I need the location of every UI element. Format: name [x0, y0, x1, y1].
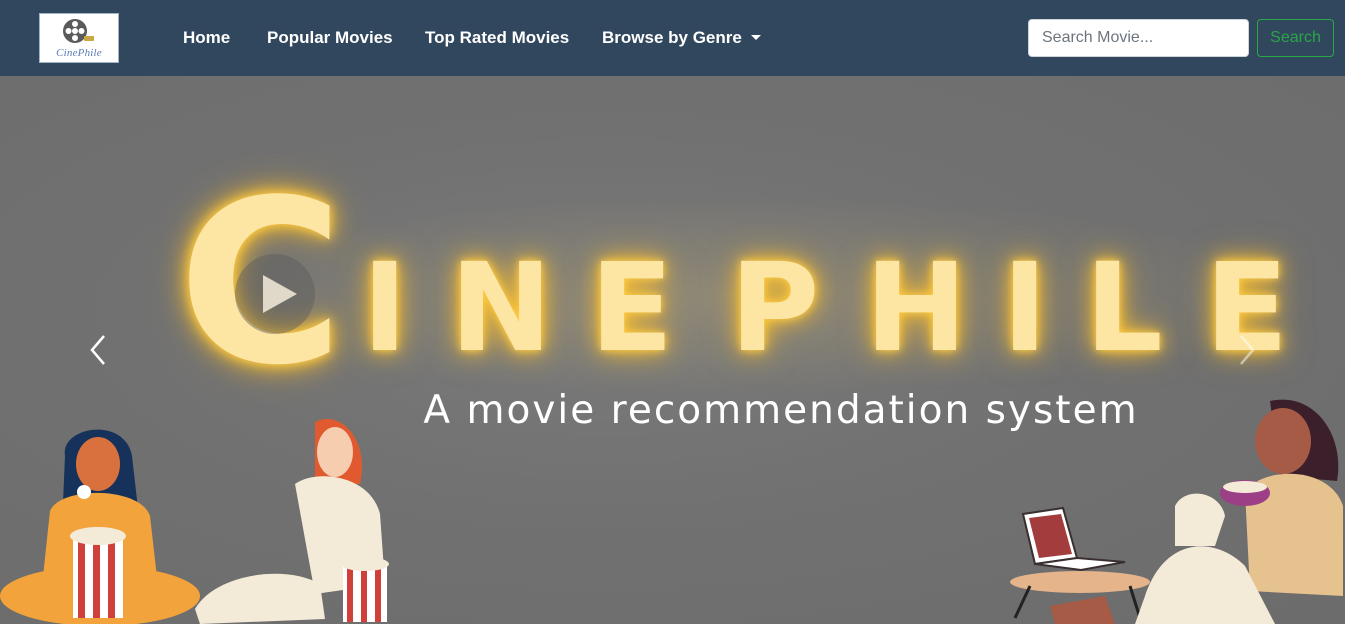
chevron-right-icon	[1240, 335, 1255, 365]
nav-browse-by-genre-label: Browse by Genre	[602, 28, 742, 47]
hero-title-letter: L	[1085, 237, 1163, 379]
brand-logo[interactable]: CinePhile	[39, 13, 119, 63]
hero-title-letter: I	[1002, 237, 1048, 379]
hero-title-letter: N	[450, 237, 553, 379]
nav-top-rated-movies-link[interactable]: Top Rated Movies	[425, 28, 569, 48]
woman-in-pajamas-illustration	[195, 418, 389, 624]
navbar: CinePhile Home Popular Movies Top Rated …	[0, 0, 1345, 76]
carousel-prev-button[interactable]	[80, 332, 120, 368]
hero-title-letter: I	[362, 237, 408, 379]
hero-title-letter: E	[590, 237, 674, 379]
nav-home-link[interactable]: Home	[183, 28, 230, 48]
caret-down-icon	[750, 35, 761, 40]
woman-with-bowl-illustration	[1050, 399, 1343, 624]
hero-title-letters: I N E P H I L E	[0, 237, 1345, 379]
play-button[interactable]	[235, 254, 315, 334]
hero-carousel: C I N E P H I L E A movie recommendation…	[0, 76, 1345, 624]
hero-title-letter: P	[730, 237, 820, 379]
chevron-left-icon	[90, 335, 105, 365]
carousel-next-button[interactable]	[1225, 332, 1265, 368]
nav-browse-by-genre-dropdown[interactable]: Browse by Genre	[602, 28, 761, 48]
search-button[interactable]: Search	[1257, 19, 1334, 57]
search-input[interactable]	[1028, 19, 1249, 57]
hero-title-letter: H	[865, 237, 968, 379]
nav-popular-movies-link[interactable]: Popular Movies	[267, 28, 393, 48]
logo-text: CinePhile	[56, 47, 102, 59]
play-icon	[263, 275, 297, 313]
